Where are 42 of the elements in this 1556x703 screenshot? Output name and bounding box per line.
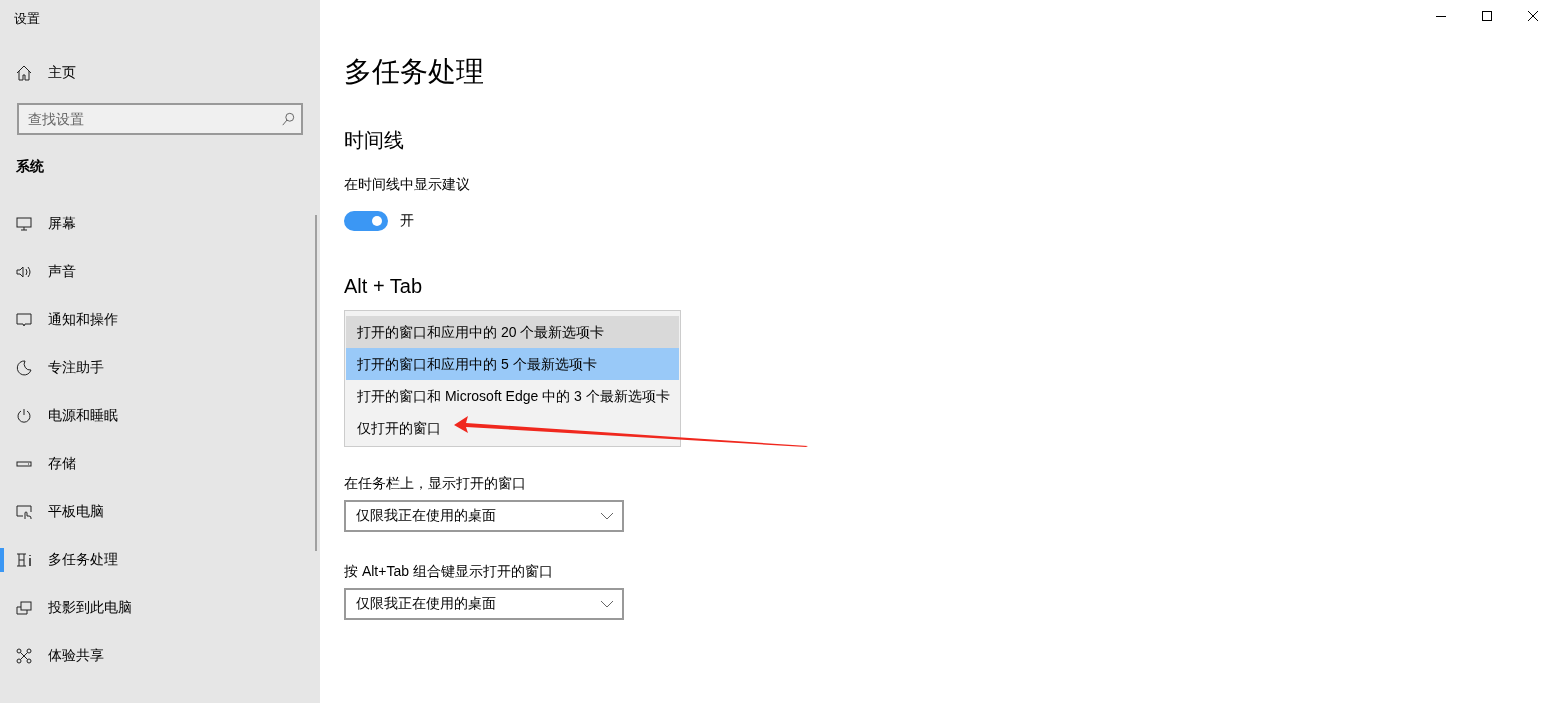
scroll-bar[interactable] [315,215,317,551]
sidebar-item-icon [16,552,32,568]
sidebar-item[interactable]: 专注助手 [0,344,320,392]
sidebar-item-icon [16,360,32,376]
page-title: 多任务处理 [344,55,485,89]
sidebar-item-icon [16,264,32,280]
sidebar-item[interactable]: 通知和操作 [0,296,320,344]
window-title: 设置 [13,10,41,28]
home-icon [16,65,32,81]
dropdown-select[interactable]: 仅限我正在使用的桌面 [344,588,624,620]
search-icon [281,112,295,126]
sidebar-item-icon [16,648,32,664]
toggle-switch[interactable] [344,211,388,231]
dropdown-option[interactable]: 打开的窗口和 Microsoft Edge 中的 3 个最新选项卡 [346,380,679,412]
sidebar-item-icon [16,504,32,520]
sidebar-item-icon [16,216,32,232]
setting-label: 在时间线中显示建议 [344,175,471,194]
section-title: 系统 [16,157,45,176]
sidebar-item-icon [16,312,32,328]
sidebar-item-icon [16,408,32,424]
setting-label: 在任务栏上，显示打开的窗口 [344,474,527,493]
section-heading: Alt + Tab [344,274,424,299]
sidebar-item[interactable]: 存储 [0,440,320,488]
sidebar-item[interactable]: 声音 [0,248,320,296]
dropdown-option[interactable]: 打开的窗口和应用中的 5 个最新选项卡 [346,348,679,380]
toggle-state: 开 [400,212,414,230]
sidebar-item[interactable]: 体验共享 [0,632,320,680]
section-heading: 时间线 [344,128,405,153]
sidebar-item[interactable]: 平板电脑 [0,488,320,536]
dropdown-select[interactable]: 仅限我正在使用的桌面 [344,500,624,532]
chevron-icon [600,512,614,520]
home-link[interactable]: 主页 [48,64,76,82]
sidebar-item[interactable]: 投影到此电脑 [0,584,320,632]
dropdown-option[interactable]: 仅打开的窗口 [346,412,679,444]
setting-label: 按 Alt+Tab 组合键显示打开的窗口 [344,562,554,581]
sidebar-item[interactable]: 电源和睡眠 [0,392,320,440]
dropdown-option[interactable]: 打开的窗口和应用中的 20 个最新选项卡 [346,316,679,348]
sidebar-item[interactable]: 多任务处理 [0,536,320,584]
sidebar-item-icon [16,600,32,616]
chevron-icon [600,600,614,608]
search-field[interactable]: 查找设置 [17,103,303,135]
sidebar-item[interactable]: 屏幕 [0,200,320,248]
